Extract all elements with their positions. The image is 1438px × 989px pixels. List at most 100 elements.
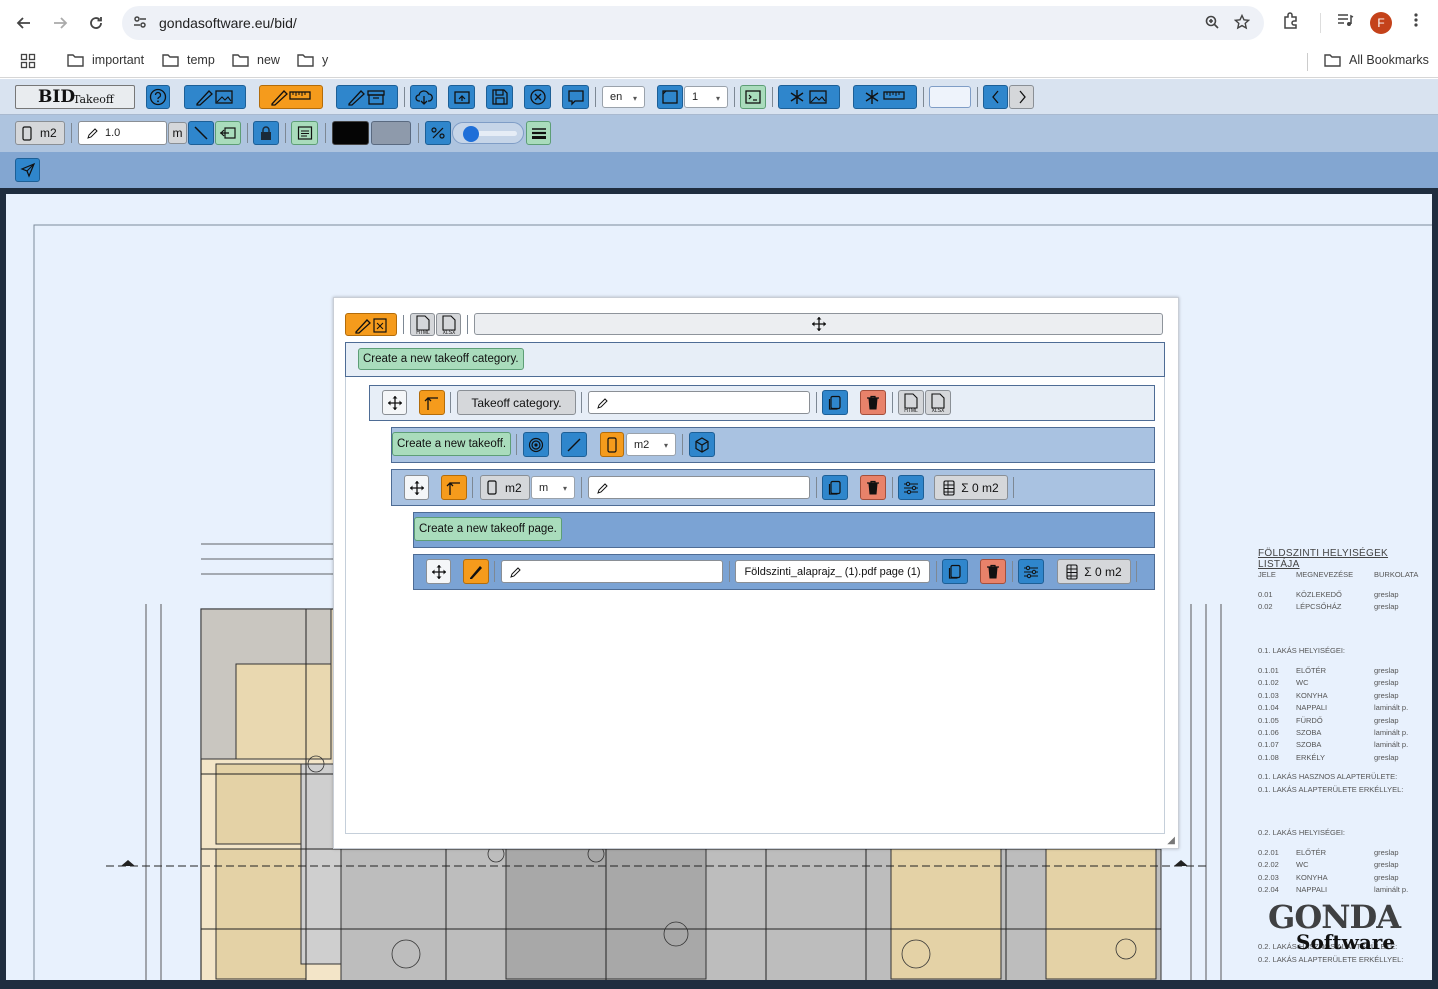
toolbar-separator: [285, 123, 286, 143]
legend-title: FÖLDSZINTI HELYISÉGEK LISTÁJA: [1258, 548, 1389, 570]
move-category-button[interactable]: [382, 390, 407, 415]
text-lines-icon: [297, 126, 312, 140]
browser-menu-icon[interactable]: [1410, 11, 1422, 32]
delete-takeoff-button[interactable]: [860, 475, 886, 500]
collapse-category-button[interactable]: [419, 390, 445, 415]
move-page-button[interactable]: [426, 559, 451, 584]
line-tool-button[interactable]: [188, 121, 214, 145]
move-takeoff-button[interactable]: [404, 475, 429, 500]
bookmark-star-icon[interactable]: [1233, 13, 1251, 33]
notes-button[interactable]: [291, 121, 318, 145]
reload-icon[interactable]: [84, 11, 108, 35]
create-page-button[interactable]: Create a new takeoff page.: [414, 517, 562, 541]
length-unit-button[interactable]: m: [168, 122, 187, 144]
legend-row-name: ELŐTÉR: [1296, 666, 1327, 675]
legend-row-material: greslap: [1374, 872, 1399, 882]
category-export-xlsx[interactable]: XLSX: [925, 390, 951, 415]
comment-button[interactable]: [562, 85, 589, 109]
line-weight-button[interactable]: [526, 121, 551, 145]
category-note-input[interactable]: [588, 391, 810, 414]
cloud-download-button[interactable]: [410, 85, 437, 109]
html-label: HTML: [416, 330, 430, 336]
collapse-takeoff-button[interactable]: [441, 475, 467, 500]
search-field[interactable]: [929, 86, 971, 108]
page-file-button[interactable]: Földszinti_alaprajz_ (1).pdf page (1): [735, 560, 930, 583]
panel-drag-handle[interactable]: [474, 313, 1163, 335]
site-settings-icon[interactable]: [132, 14, 148, 33]
page-note-input[interactable]: [501, 560, 723, 583]
next-button[interactable]: [1009, 85, 1034, 109]
lock-button[interactable]: [253, 121, 279, 145]
bookmark-new[interactable]: new: [232, 53, 280, 67]
stroke-color-swatch[interactable]: [332, 121, 369, 145]
length-takeoff-button[interactable]: [561, 432, 587, 457]
import-button[interactable]: [215, 121, 241, 145]
category-name-button[interactable]: Takeoff category.: [457, 390, 576, 415]
language-select[interactable]: en ▾: [602, 86, 645, 108]
delete-category-button[interactable]: [860, 390, 886, 415]
extensions-icon[interactable]: [1282, 11, 1300, 32]
back-icon[interactable]: [12, 11, 36, 35]
takeoff-settings-button[interactable]: [898, 475, 924, 500]
copy-page-button[interactable]: [942, 559, 968, 584]
legend-row-material: laminált p.: [1374, 740, 1409, 750]
previous-button[interactable]: [983, 85, 1008, 109]
category-export-html[interactable]: HTML: [898, 390, 924, 415]
delete-page-button[interactable]: [980, 559, 1006, 584]
profile-avatar[interactable]: F: [1370, 12, 1392, 34]
create-takeoff-button[interactable]: Create a new takeoff.: [392, 432, 512, 456]
zoom-icon[interactable]: [1204, 14, 1220, 33]
takeoff-mode-button[interactable]: [345, 313, 397, 336]
draw-archive-button[interactable]: [336, 85, 398, 109]
close-document-button[interactable]: [524, 85, 551, 109]
target-icon: [528, 437, 544, 452]
slider-thumb[interactable]: [463, 126, 479, 142]
measure-button[interactable]: [259, 85, 323, 109]
console-button[interactable]: [740, 85, 766, 109]
copy-takeoff-button[interactable]: [822, 475, 848, 500]
media-control-icon[interactable]: [1336, 11, 1354, 32]
volume-takeoff-button[interactable]: [689, 432, 715, 457]
page-view-button[interactable]: [657, 85, 683, 109]
bookmark-temp[interactable]: temp: [162, 53, 215, 67]
freeze-measure-button[interactable]: [853, 85, 917, 109]
bookmark-y[interactable]: y: [297, 53, 328, 67]
resize-handle-icon[interactable]: ◢: [1167, 835, 1175, 846]
area-takeoff-button[interactable]: [600, 432, 624, 457]
takeoff-sum-button[interactable]: Σ 0 m2: [934, 475, 1008, 500]
page-number-select[interactable]: 1 ▾: [684, 86, 728, 108]
line-width-input[interactable]: 1.0: [78, 121, 167, 145]
url-text[interactable]: gondasoftware.eu/bid/: [159, 15, 297, 31]
open-folder-button[interactable]: [448, 85, 475, 109]
help-button[interactable]: [146, 85, 170, 109]
navigate-button[interactable]: [15, 158, 40, 182]
page-settings-button[interactable]: [1018, 559, 1044, 584]
area-unit-button[interactable]: m2: [15, 121, 65, 145]
export-xlsx-button[interactable]: XLSX: [436, 313, 461, 336]
legend-row-material: laminált p.: [1374, 885, 1409, 895]
takeoff-length-unit-select[interactable]: m ▾: [531, 476, 575, 499]
export-html-button[interactable]: HTML: [410, 313, 435, 336]
bookmark-important[interactable]: important: [67, 53, 144, 67]
freeze-image-button[interactable]: [778, 85, 840, 109]
takeoff-note-input[interactable]: [588, 476, 810, 499]
save-button[interactable]: [486, 85, 513, 109]
app-logo-button[interactable]: BID Takeoff: [15, 85, 135, 109]
draw-page-button[interactable]: [463, 559, 489, 584]
fill-color-swatch[interactable]: [371, 121, 411, 145]
address-bar[interactable]: gondasoftware.eu/bid/: [122, 6, 1264, 40]
apps-grid-icon[interactable]: [20, 53, 36, 72]
copy-category-button[interactable]: [822, 390, 848, 415]
chevron-down-icon: ▾: [663, 441, 668, 450]
count-takeoff-button[interactable]: [523, 432, 549, 457]
create-category-button[interactable]: Create a new takeoff category.: [358, 348, 524, 370]
takeoff-type-button[interactable]: m2: [480, 475, 530, 500]
opacity-slider[interactable]: [452, 122, 524, 144]
takeoff-unit-select[interactable]: m2 ▾: [626, 433, 676, 456]
all-bookmarks[interactable]: All Bookmarks: [1324, 53, 1429, 67]
page-sum-button[interactable]: Σ 0 m2: [1057, 559, 1131, 584]
legend-row-name: ELŐTÉR: [1296, 848, 1327, 857]
opacity-button[interactable]: [425, 121, 451, 145]
draw-image-button[interactable]: [184, 85, 246, 109]
forward-icon[interactable]: [48, 11, 72, 35]
